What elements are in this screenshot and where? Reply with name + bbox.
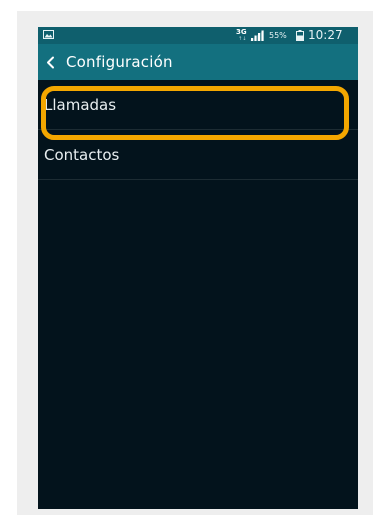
phone-screen: 3G ↑↓ 55% 10:27 Configuración Llamadas C…: [38, 27, 358, 509]
network-type: 3G: [236, 28, 247, 36]
page-title: Configuración: [66, 53, 173, 71]
list-item-label: Contactos: [44, 146, 120, 164]
clock: 10:27: [308, 28, 343, 42]
battery-percent: 55%: [269, 31, 287, 40]
battery-icon: [296, 30, 304, 41]
page: 3G ↑↓ 55% 10:27 Configuración Llamadas C…: [0, 0, 390, 525]
network-indicator: 3G ↑↓: [236, 27, 247, 44]
status-bar: 3G ↑↓ 55% 10:27: [38, 27, 358, 44]
signal-icon: [250, 30, 264, 41]
action-bar[interactable]: Configuración: [38, 44, 358, 80]
settings-list: Llamadas Contactos: [38, 80, 358, 180]
image-icon: [43, 30, 54, 39]
chevron-left-icon[interactable]: [46, 56, 55, 69]
list-item-label: Llamadas: [44, 96, 117, 114]
network-activity: ↑↓: [238, 36, 247, 42]
list-item-contactos[interactable]: Contactos: [38, 130, 358, 180]
list-item-llamadas[interactable]: Llamadas: [38, 80, 358, 130]
